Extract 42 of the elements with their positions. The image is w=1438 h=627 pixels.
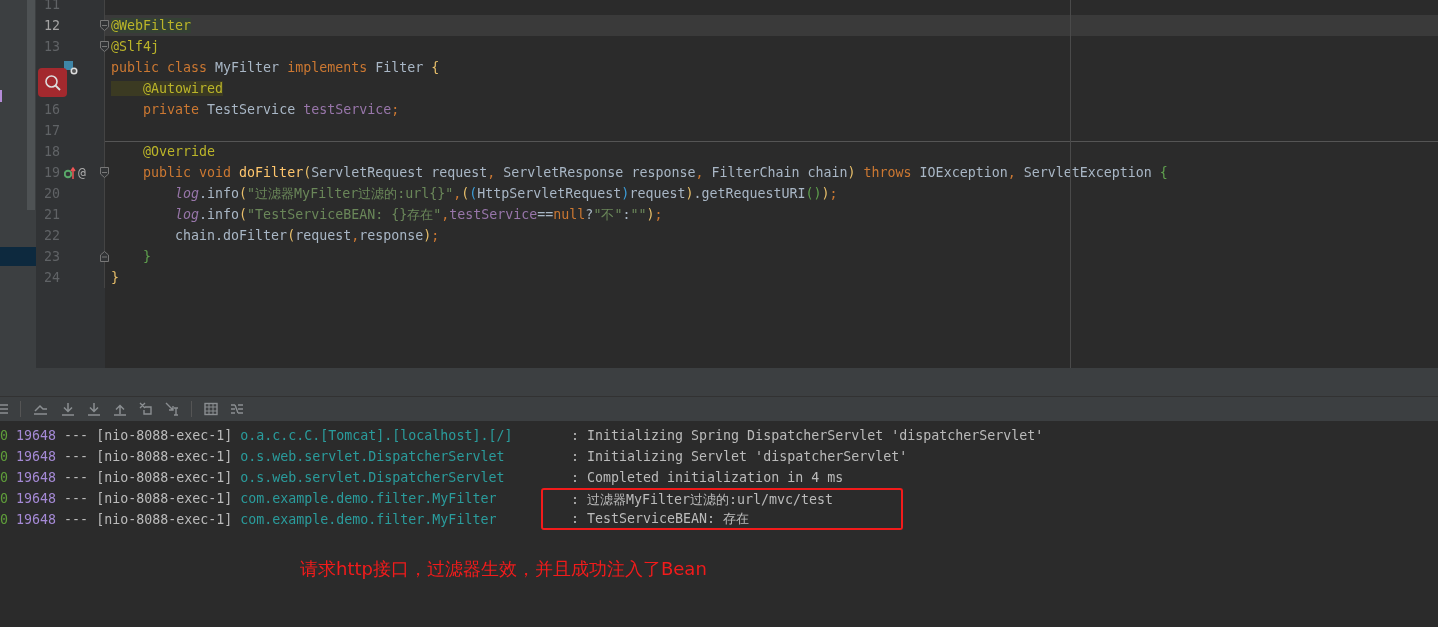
code-line: private TestService testService;: [142, 102, 400, 117]
code-line: log.info("过滤器MyFilter过滤的:url{}",((HttpServletRequest)request).getRequestURI());: [174, 184, 838, 203]
log-prefix: 0 19648 --- [nio-8088-exec-1] o.a.c.c.C.[Tomcat].[localhost].[/]: [0, 427, 514, 445]
code-line: @Override: [142, 144, 216, 159]
marker-line: [0, 90, 2, 102]
code-line: public void doFilter(ServletRequest request, ServletResponse response, FilterChain chain) throws IOException, ServletException {: [142, 165, 1168, 180]
code-line: public class MyFilter implements Filter {: [111, 60, 440, 75]
code-line: @Slf4j: [111, 39, 160, 54]
download-icon[interactable]: [87, 402, 101, 416]
implementation-icon[interactable]: [64, 60, 78, 75]
log-message: : Initializing Spring DispatcherServlet 'dispatcherServlet': [570, 427, 1045, 445]
upload-icon[interactable]: [113, 402, 127, 416]
log-prefix: 0 19648 --- [nio-8088-exec-1] com.example.demo.filter.MyFilter: [0, 511, 498, 529]
log-message: : 过滤器MyFilter过滤的:url/mvc/test: [541, 488, 903, 509]
scrollbar[interactable]: [27, 0, 35, 210]
log-message: : Initializing Servlet 'dispatcherServlet': [570, 448, 909, 466]
download-icon[interactable]: [61, 402, 75, 416]
override-icon[interactable]: [64, 165, 76, 180]
table-icon[interactable]: [204, 402, 218, 416]
fold-icon[interactable]: [100, 41, 109, 52]
log-prefix: 0 19648 --- [nio-8088-exec-1] o.s.web.servlet.DispatcherServlet: [0, 469, 506, 487]
soft-wrap-icon[interactable]: [33, 402, 49, 416]
compare-icon[interactable]: [230, 402, 244, 416]
restore-icon[interactable]: [139, 402, 153, 416]
code-line: chain.doFilter(request,response);: [174, 228, 440, 243]
menu-icon[interactable]: [0, 402, 8, 416]
search-icon[interactable]: [38, 68, 67, 97]
log-prefix: 0 19648 --- [nio-8088-exec-1] o.s.web.servlet.DispatcherServlet: [0, 448, 506, 466]
log-prefix: 0 19648 --- [nio-8088-exec-1] com.example.demo.filter.MyFilter: [0, 490, 498, 508]
scroll-to-end-icon[interactable]: [165, 402, 179, 416]
fold-icon[interactable]: [100, 167, 109, 178]
code-line: }: [142, 249, 152, 264]
fold-icon[interactable]: [100, 20, 109, 31]
line-number: 12: [43, 18, 60, 33]
code-line: }: [111, 270, 119, 285]
log-message: : Completed initialization in 4 ms: [570, 469, 845, 487]
gutter-symbol[interactable]: @: [78, 165, 86, 180]
selected-strip: [0, 247, 36, 266]
code-line: log.info("TestServiceBEAN: {}存在",testService==null?"不":"");: [174, 205, 663, 224]
fold-icon[interactable]: [100, 251, 109, 262]
annotation-text: 请求http接口，过滤器生效，并且成功注入了Bean: [300, 557, 708, 581]
log-message: : TestServiceBEAN: 存在: [541, 509, 903, 530]
